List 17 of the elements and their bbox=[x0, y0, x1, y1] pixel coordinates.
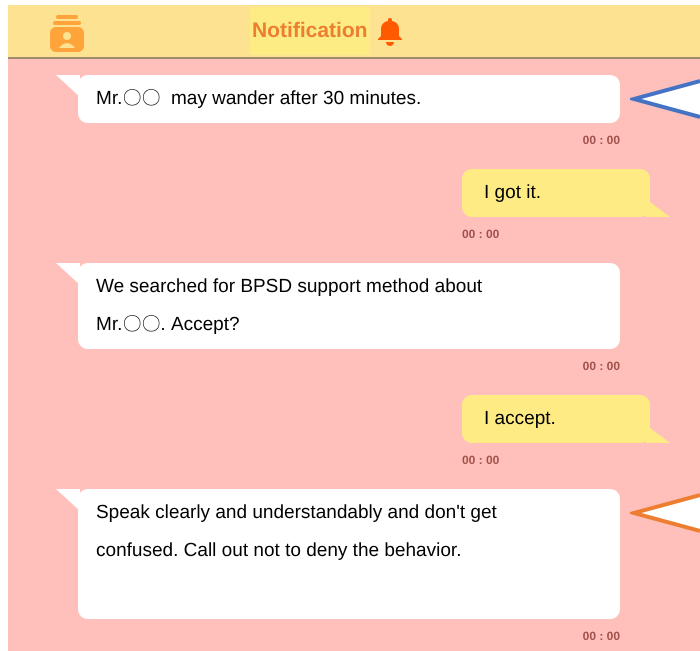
message-bubble: Mr.〇〇 may wander after 30 minutes. bbox=[78, 75, 620, 123]
bubble-tail bbox=[56, 489, 80, 511]
message-bubble: We searched for BPSD support method about Mr.〇〇. Accept? bbox=[78, 263, 620, 349]
message-time: 00 : 00 bbox=[462, 452, 500, 469]
contact-card-icon[interactable] bbox=[48, 15, 86, 53]
bubble-tail bbox=[56, 75, 80, 97]
message-bubble: Speak clearly and understandably and don't get confused. Call out not to deny the behavior. bbox=[78, 489, 620, 619]
message-time: 00 : 00 bbox=[582, 358, 620, 375]
message-time: 00 : 00 bbox=[582, 132, 620, 149]
message-time: 00 : 00 bbox=[582, 628, 620, 645]
message-bubble: I accept. bbox=[462, 395, 650, 443]
header-title: Notification bbox=[250, 7, 370, 55]
message-bubble: I got it. bbox=[462, 169, 650, 217]
bubble-tail bbox=[646, 425, 670, 443]
bubble-tail bbox=[646, 199, 670, 217]
message-time: 00 : 00 bbox=[462, 226, 500, 243]
bubble-tail bbox=[56, 263, 80, 285]
